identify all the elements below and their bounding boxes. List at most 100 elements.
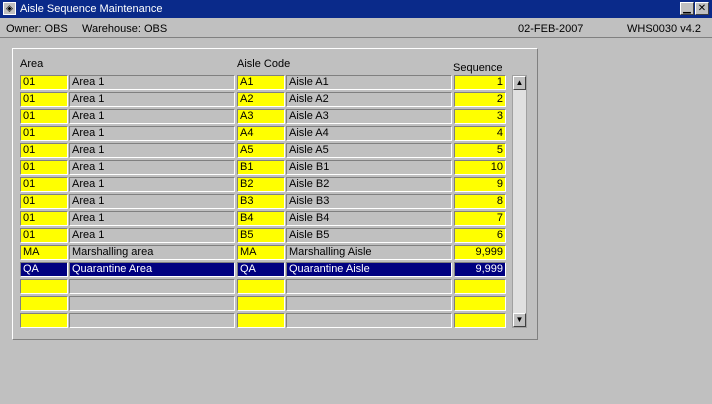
area-column-header: Area xyxy=(20,58,44,70)
area-code-field[interactable]: 01 xyxy=(20,194,68,209)
table-row[interactable]: 01 Area 1 B3 Aisle B3 8 xyxy=(20,194,506,209)
scroll-down-button[interactable]: ▼ xyxy=(513,313,526,327)
area-description-field[interactable] xyxy=(69,279,235,294)
table-row[interactable]: 01 Area 1 B2 Aisle B2 9 xyxy=(20,177,506,192)
aisle-code-field[interactable]: A1 xyxy=(237,75,285,90)
owner-label: Owner: OBS xyxy=(6,23,68,35)
sequence-field[interactable]: 9,999 xyxy=(454,245,506,260)
sequence-field[interactable]: 5 xyxy=(454,143,506,158)
aisle-name-field[interactable]: Aisle B3 xyxy=(286,194,452,209)
minimize-button[interactable]: ▁ xyxy=(680,2,694,15)
sequence-field[interactable]: 3 xyxy=(454,109,506,124)
aisle-code-field[interactable]: B4 xyxy=(237,211,285,226)
area-code-field[interactable]: MA xyxy=(20,245,68,260)
aisle-code-field[interactable]: A4 xyxy=(237,126,285,141)
sequence-field[interactable]: 9 xyxy=(454,177,506,192)
sequence-field[interactable]: 7 xyxy=(454,211,506,226)
area-code-field[interactable]: QA xyxy=(20,262,68,277)
area-description-field[interactable] xyxy=(69,313,235,328)
aisle-name-field[interactable] xyxy=(286,279,452,294)
aisle-code-field[interactable] xyxy=(237,313,285,328)
aisle-name-field[interactable] xyxy=(286,296,452,311)
area-description-field[interactable]: Area 1 xyxy=(69,92,235,107)
aisle-name-field[interactable]: Aisle A5 xyxy=(286,143,452,158)
sequence-field[interactable]: 1 xyxy=(454,75,506,90)
table-row[interactable] xyxy=(20,279,506,294)
area-code-field[interactable]: 01 xyxy=(20,126,68,141)
table-row[interactable]: 01 Area 1 B4 Aisle B4 7 xyxy=(20,211,506,226)
aisle-code-field[interactable]: A5 xyxy=(237,143,285,158)
aisle-code-field[interactable] xyxy=(237,296,285,311)
aisle-name-field[interactable] xyxy=(286,313,452,328)
aisle-name-field[interactable]: Quarantine Aisle xyxy=(286,262,452,277)
area-description-field[interactable] xyxy=(69,296,235,311)
aisle-code-field[interactable]: B2 xyxy=(237,177,285,192)
table-row[interactable] xyxy=(20,296,506,311)
area-code-field[interactable]: 01 xyxy=(20,143,68,158)
table-row[interactable]: QA Quarantine Area QA Quarantine Aisle 9,999 xyxy=(20,262,506,277)
aisle-name-field[interactable]: Aisle A1 xyxy=(286,75,452,90)
table-row[interactable]: MA Marshalling area MA Marshalling Aisle 9,9… xyxy=(20,245,506,260)
table-row[interactable] xyxy=(20,313,506,328)
sequence-field[interactable]: 9,999 xyxy=(454,262,506,277)
area-code-field[interactable]: 01 xyxy=(20,109,68,124)
area-description-field[interactable]: Marshalling area xyxy=(69,245,235,260)
aisle-code-field[interactable]: B5 xyxy=(237,228,285,243)
area-description-field[interactable]: Area 1 xyxy=(69,211,235,226)
area-code-field[interactable]: 01 xyxy=(20,75,68,90)
aisle-name-field[interactable]: Aisle B5 xyxy=(286,228,452,243)
window-title: Aisle Sequence Maintenance xyxy=(20,3,163,15)
area-code-field[interactable] xyxy=(20,296,68,311)
aisle-name-field[interactable]: Aisle A3 xyxy=(286,109,452,124)
aisle-name-field[interactable]: Aisle A2 xyxy=(286,92,452,107)
area-description-field[interactable]: Area 1 xyxy=(69,143,235,158)
sequence-field[interactable]: 6 xyxy=(454,228,506,243)
table-row[interactable]: 01 Area 1 A2 Aisle A2 2 xyxy=(20,92,506,107)
area-description-field[interactable]: Area 1 xyxy=(69,228,235,243)
area-description-field[interactable]: Quarantine Area xyxy=(69,262,235,277)
area-code-field[interactable] xyxy=(20,279,68,294)
table-row[interactable]: 01 Area 1 A4 Aisle A4 4 xyxy=(20,126,506,141)
aisle-code-field[interactable]: A2 xyxy=(237,92,285,107)
close-button[interactable]: ✕ xyxy=(695,2,709,15)
area-description-field[interactable]: Area 1 xyxy=(69,160,235,175)
area-code-field[interactable]: 01 xyxy=(20,211,68,226)
sequence-field[interactable] xyxy=(454,313,506,328)
table-row[interactable]: 01 Area 1 A1 Aisle A1 1 xyxy=(20,75,506,90)
aisle-code-field[interactable]: MA xyxy=(237,245,285,260)
sequence-field[interactable] xyxy=(454,279,506,294)
aisle-code-field[interactable]: B1 xyxy=(237,160,285,175)
aisle-name-field[interactable]: Aisle B1 xyxy=(286,160,452,175)
area-code-field[interactable]: 01 xyxy=(20,228,68,243)
area-code-field[interactable]: 01 xyxy=(20,92,68,107)
sequence-field[interactable]: 10 xyxy=(454,160,506,175)
table-row[interactable]: 01 Area 1 A5 Aisle A5 5 xyxy=(20,143,506,158)
vertical-scrollbar[interactable]: ▲ ▼ xyxy=(512,75,527,328)
aisle-name-field[interactable]: Aisle A4 xyxy=(286,126,452,141)
scroll-up-button[interactable]: ▲ xyxy=(513,76,526,90)
aisle-name-field[interactable]: Aisle B2 xyxy=(286,177,452,192)
table-row[interactable]: 01 Area 1 A3 Aisle A3 3 xyxy=(20,109,506,124)
area-description-field[interactable]: Area 1 xyxy=(69,177,235,192)
title-bar: ◈ Aisle Sequence Maintenance ▁ ✕ xyxy=(0,0,712,18)
area-description-field[interactable]: Area 1 xyxy=(69,75,235,90)
table-row[interactable]: 01 Area 1 B1 Aisle B1 10 xyxy=(20,160,506,175)
aisle-name-field[interactable]: Marshalling Aisle xyxy=(286,245,452,260)
area-code-field[interactable] xyxy=(20,313,68,328)
aisle-code-field[interactable] xyxy=(237,279,285,294)
area-code-field[interactable]: 01 xyxy=(20,177,68,192)
area-code-field[interactable]: 01 xyxy=(20,160,68,175)
sequence-column-header: Sequence xyxy=(453,62,503,74)
aisle-code-field[interactable]: A3 xyxy=(237,109,285,124)
area-description-field[interactable]: Area 1 xyxy=(69,194,235,209)
aisle-name-field[interactable]: Aisle B4 xyxy=(286,211,452,226)
sequence-field[interactable]: 8 xyxy=(454,194,506,209)
sequence-field[interactable]: 2 xyxy=(454,92,506,107)
area-description-field[interactable]: Area 1 xyxy=(69,109,235,124)
sequence-field[interactable]: 4 xyxy=(454,126,506,141)
aisle-code-field[interactable]: B3 xyxy=(237,194,285,209)
table-row[interactable]: 01 Area 1 B5 Aisle B5 6 xyxy=(20,228,506,243)
aisle-code-field[interactable]: QA xyxy=(237,262,285,277)
sequence-field[interactable] xyxy=(454,296,506,311)
area-description-field[interactable]: Area 1 xyxy=(69,126,235,141)
